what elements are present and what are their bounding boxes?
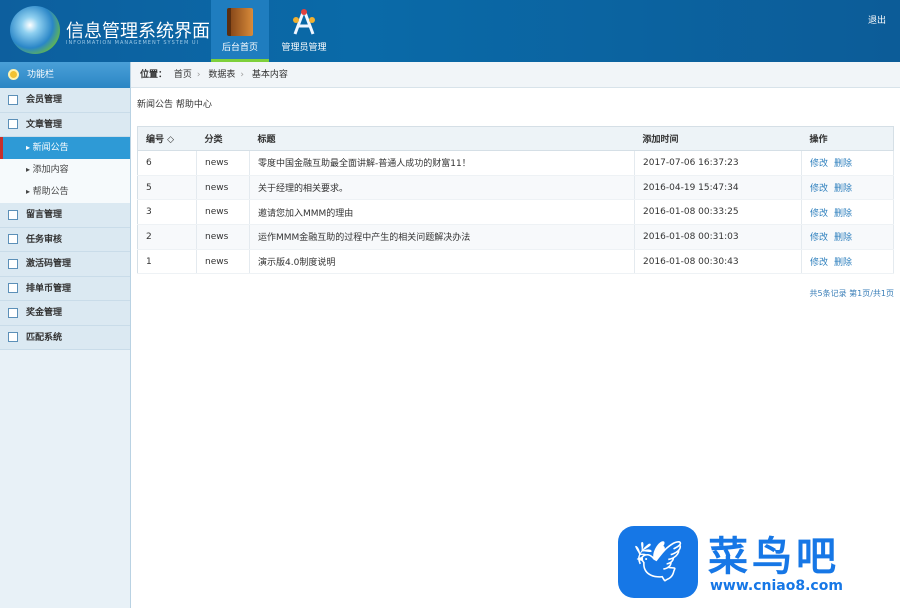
cell-title: 演示版4.0制度说明 xyxy=(249,249,635,275)
col-category: 分类 xyxy=(196,126,250,151)
delete-link[interactable]: 删除 xyxy=(834,209,852,219)
edit-icon xyxy=(8,209,18,220)
sidebar-item-label: 文章管理 xyxy=(26,119,63,130)
cell-category: news xyxy=(196,150,250,176)
cell-actions: 修改 删除 xyxy=(801,175,894,201)
delete-link[interactable]: 删除 xyxy=(834,233,852,243)
sidebar-item-articles[interactable]: 文章管理 xyxy=(0,112,130,137)
sidebar-item-label: 会员管理 xyxy=(26,95,63,105)
sidebar-subitem-add-content[interactable]: 添加内容 xyxy=(0,159,130,181)
top-header: 信息管理系统界面 INFORMATION MANAGEMENT SYSTEM U… xyxy=(0,0,900,62)
nav-home[interactable]: 后台首页 xyxy=(211,0,269,62)
breadcrumb-datatable[interactable]: 数据表 xyxy=(208,70,235,80)
cell-actions: 修改 删除 xyxy=(801,150,894,176)
edit-link[interactable]: 修改 xyxy=(810,209,828,219)
list-icon xyxy=(8,332,18,342)
col-title: 标题 xyxy=(249,126,635,151)
cell-time: 2017-07-06 16:37:23 xyxy=(634,150,802,176)
watermark: 🕊 菜鸟吧 www.cniao8.com xyxy=(614,522,900,602)
table-row: 1 news 演示版4.0制度说明 2016-01-08 00:30:43 修改 删除 xyxy=(137,249,894,275)
sidebar-item-bonus[interactable]: 奖金管理 xyxy=(0,301,130,326)
nav-home-label: 后台首页 xyxy=(221,43,258,53)
cell-actions: 修改 删除 xyxy=(801,224,894,250)
sidebar-subitem-news[interactable]: 新闻公告 xyxy=(0,137,130,159)
sidebar-item-tasks[interactable]: 任务审核 xyxy=(0,227,130,252)
cell-id: 3 xyxy=(137,199,197,226)
cell-actions: 修改 删除 xyxy=(801,249,894,275)
bird-logo-icon: 🕊 xyxy=(618,526,698,598)
breadcrumb-prefix: 位置： xyxy=(140,70,168,80)
edit-link[interactable]: 修改 xyxy=(810,184,828,194)
app-subtitle: INFORMATION MANAGEMENT SYSTEM UI xyxy=(66,40,199,46)
list-icon xyxy=(8,258,18,269)
sidebar-item-label: 激活码管理 xyxy=(26,259,72,269)
cell-id: 5 xyxy=(137,175,197,201)
cell-time: 2016-04-19 15:47:34 xyxy=(634,175,802,201)
sidebar-item-coins[interactable]: 排单币管理 xyxy=(0,276,130,301)
sidebar-item-label: 任务审核 xyxy=(26,234,63,245)
cell-time: 2016-01-08 00:31:03 xyxy=(634,224,802,250)
sidebar-item-activation[interactable]: 激活码管理 xyxy=(0,252,130,277)
cell-time: 2016-01-08 00:33:25 xyxy=(634,199,802,226)
cell-category: news xyxy=(196,224,250,250)
cell-category: news xyxy=(196,249,250,275)
list-icon xyxy=(8,94,18,105)
logo-icon xyxy=(10,6,60,54)
edit-icon xyxy=(8,119,18,129)
cell-actions: 修改 删除 xyxy=(801,199,894,226)
table-row: 6 news 零度中国金融互助最全面讲解-普通人成功的财富11！ 2017-07-06… xyxy=(137,150,894,176)
watermark-name: 菜鸟吧 xyxy=(708,533,840,580)
table-row: 2 news 运作MMM金融互助的过程中产生的相关问题解决办法 2016-01-08 … xyxy=(137,224,894,250)
sidebar-item-label: 奖金管理 xyxy=(26,308,63,318)
sidebar-header-icon xyxy=(8,69,19,80)
edit-icon xyxy=(8,234,18,244)
breadcrumb: 位置： 首页 › 数据表 › 基本内容 xyxy=(131,62,900,88)
sidebar-item-messages[interactable]: 留言管理 xyxy=(0,203,130,228)
sidebar-item-label: 留言管理 xyxy=(26,210,63,220)
cell-title: 邀请您加入MMM的理由 xyxy=(249,199,635,226)
cell-title: 关于经理的相关要求。 xyxy=(249,175,635,201)
col-time: 添加时间 xyxy=(634,126,802,151)
table-row: 5 news 关于经理的相关要求。 2016-04-19 15:47:34 修改 删除 xyxy=(137,175,894,201)
breadcrumb-current: 基本内容 xyxy=(251,70,288,80)
book-icon xyxy=(227,8,253,36)
sidebar-item-label: 排单币管理 xyxy=(26,283,72,294)
cell-category: news xyxy=(196,199,250,226)
cell-title: 运作MMM金融互助的过程中产生的相关问题解决办法 xyxy=(249,224,635,250)
list-icon xyxy=(8,283,18,293)
cell-time: 2016-01-08 00:30:43 xyxy=(634,249,802,275)
cell-id: 6 xyxy=(137,150,197,176)
col-id[interactable]: 编号 ◇ xyxy=(137,126,197,151)
edit-link[interactable]: 修改 xyxy=(810,258,828,268)
breadcrumb-home[interactable]: 首页 xyxy=(174,70,192,80)
sidebar-item-members[interactable]: 会员管理 xyxy=(0,88,130,113)
sidebar-title: 功能栏 xyxy=(27,70,55,80)
cell-id: 1 xyxy=(137,249,197,275)
edit-link[interactable]: 修改 xyxy=(810,159,828,169)
news-table: 编号 ◇ 分类 标题 添加时间 操作 6 news 零度中国金融互助最全面讲解-普通… xyxy=(137,126,894,275)
delete-link[interactable]: 删除 xyxy=(834,159,852,169)
watermark-url: www.cniao8.com xyxy=(710,578,843,594)
cell-category: news xyxy=(196,175,250,201)
col-actions: 操作 xyxy=(801,126,894,151)
sidebar: 功能栏 会员管理 文章管理 新闻公告 添加内容 帮助公告 留言管理 任务审核 激… xyxy=(0,62,131,608)
tools-icon xyxy=(293,9,315,35)
edit-link[interactable]: 修改 xyxy=(810,233,828,243)
sidebar-subitem-help[interactable]: 帮助公告 xyxy=(0,181,130,203)
logout-link[interactable]: 退出 xyxy=(868,13,886,26)
delete-link[interactable]: 删除 xyxy=(834,258,852,268)
cell-title: 零度中国金融互助最全面讲解-普通人成功的财富11！ xyxy=(249,150,635,176)
sidebar-header: 功能栏 xyxy=(0,62,130,88)
content-tabs[interactable]: 新闻公告 帮助中心 xyxy=(137,97,212,110)
pagination-info: 共5条记录 第1页/共1页 xyxy=(809,289,894,298)
sidebar-item-matching[interactable]: 匹配系统 xyxy=(0,325,130,350)
list-icon xyxy=(8,307,18,318)
table-row: 3 news 邀请您加入MMM的理由 2016-01-08 00:33:25 修改 删除 xyxy=(137,199,894,226)
sidebar-item-label: 匹配系统 xyxy=(26,332,63,343)
cell-id: 2 xyxy=(137,224,197,250)
nav-admin[interactable]: 管理员管理 xyxy=(272,0,336,62)
delete-link[interactable]: 删除 xyxy=(834,184,852,194)
nav-admin-label: 管理员管理 xyxy=(281,43,327,53)
